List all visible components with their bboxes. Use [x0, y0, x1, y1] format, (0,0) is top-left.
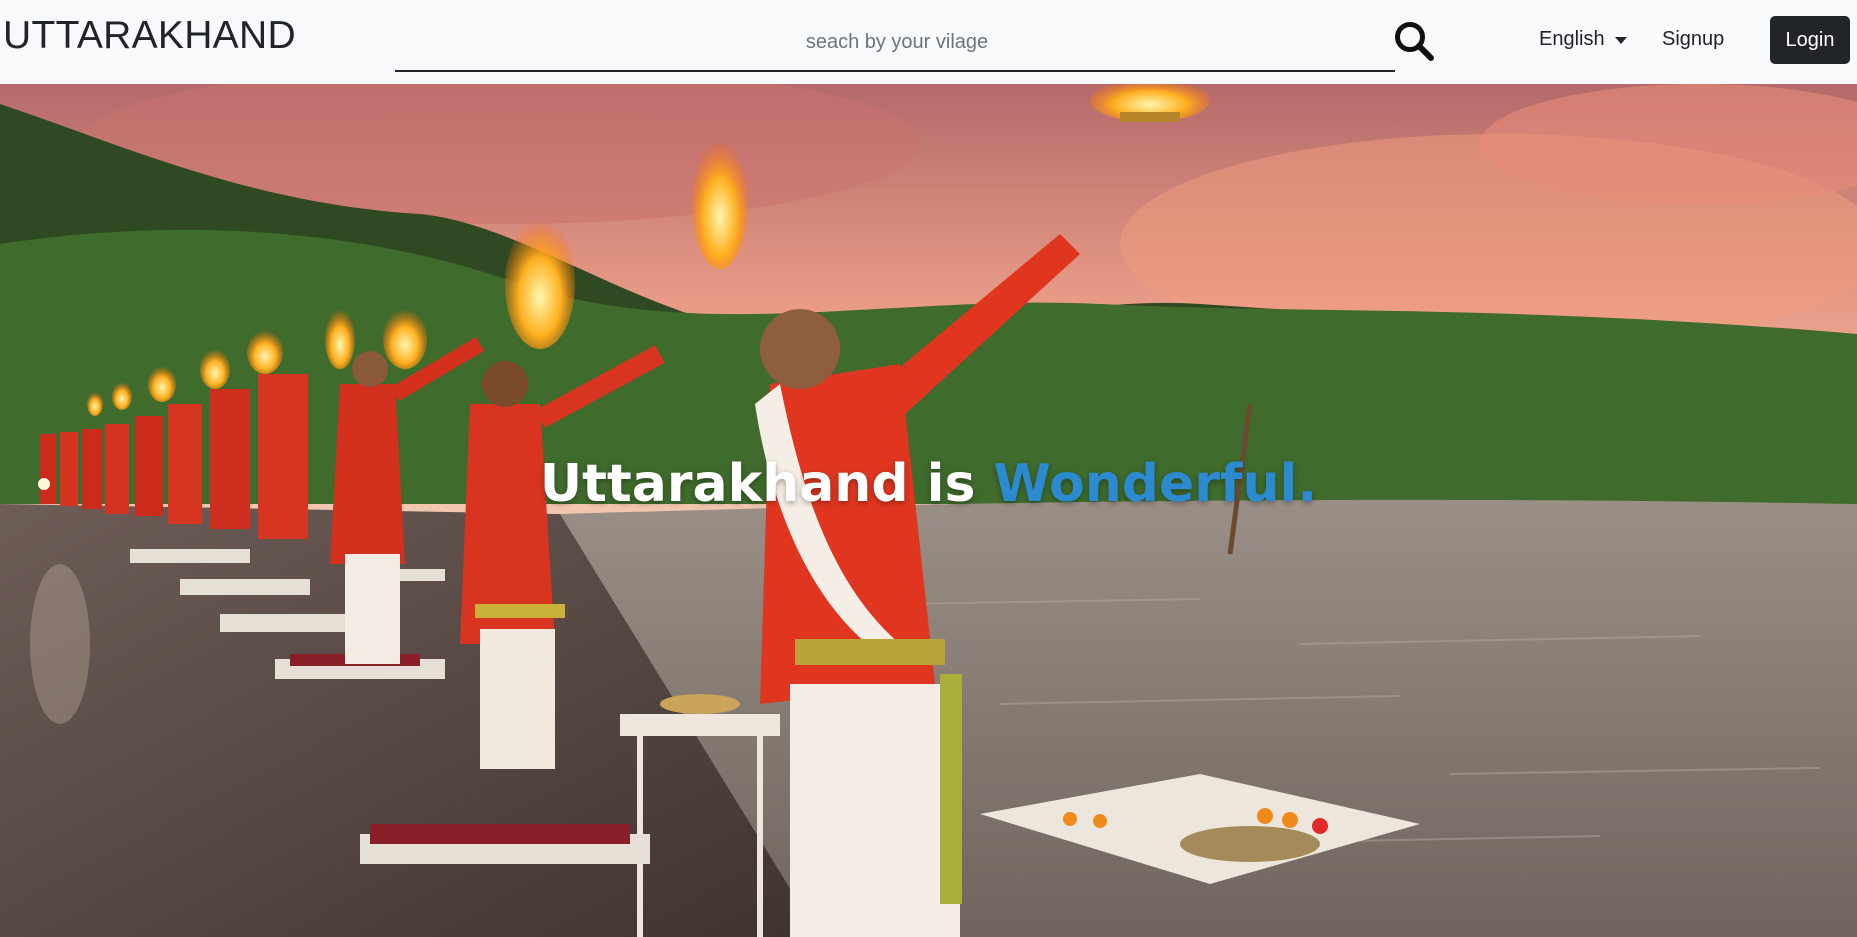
language-dropdown[interactable]: English: [1539, 28, 1627, 51]
headline-accent: Wonderful.: [993, 454, 1318, 514]
chevron-down-icon: [1614, 37, 1627, 44]
headline-prefix: Uttarakhand is: [539, 454, 976, 514]
navbar: UTTARAKHAND English Signup Login: [0, 0, 1857, 84]
hero-banner: Uttarakhand is Wonderful.: [0, 84, 1857, 937]
search-button[interactable]: [1393, 20, 1437, 64]
brand-logo[interactable]: UTTARAKHAND: [3, 14, 296, 58]
login-button[interactable]: Login: [1770, 16, 1850, 64]
language-selected: English: [1539, 28, 1605, 50]
hero-headline: Uttarakhand is Wonderful.: [0, 454, 1857, 514]
search-icon: [1395, 22, 1434, 61]
search-input[interactable]: [395, 18, 1399, 66]
search-bar: [395, 18, 1399, 72]
signup-link[interactable]: Signup: [1662, 28, 1724, 51]
